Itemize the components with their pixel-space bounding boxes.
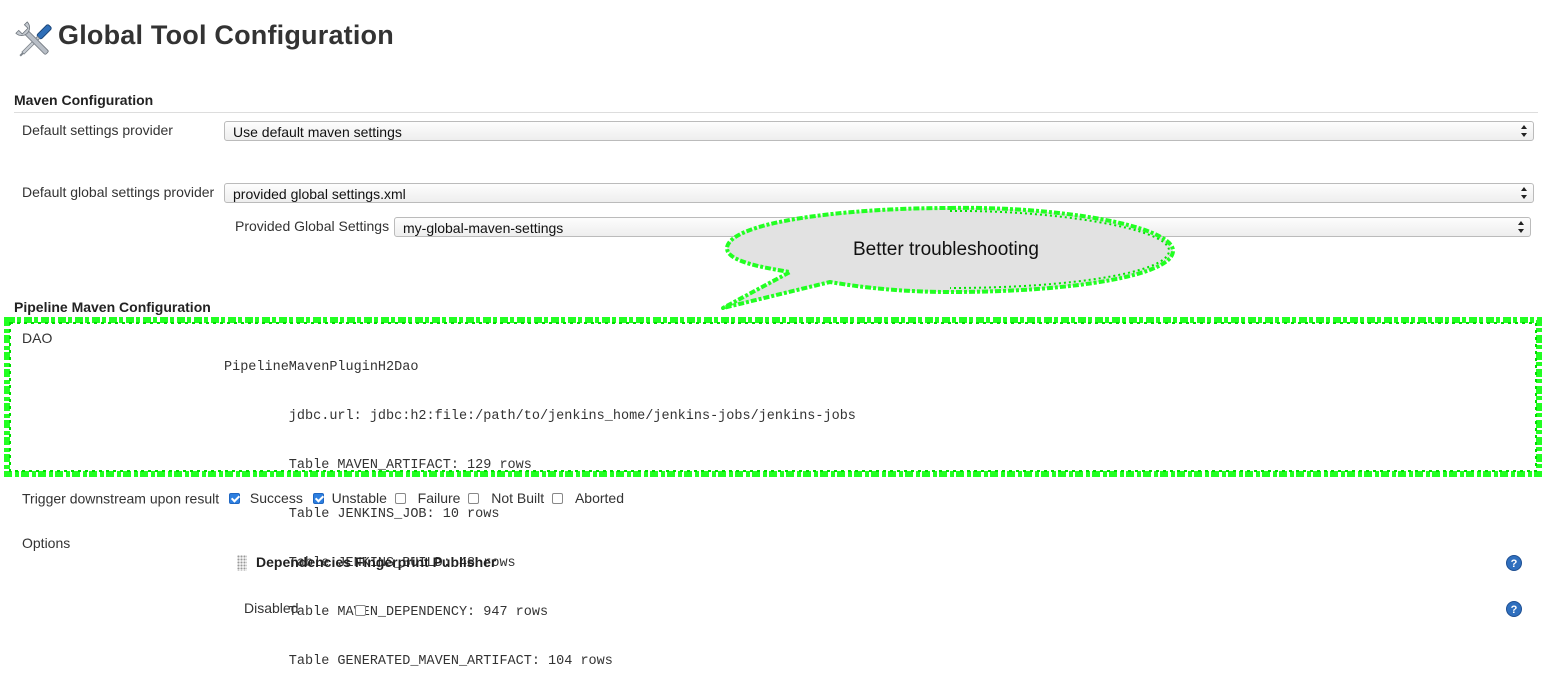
dao-line: Table MAVEN_DEPENDENCY: 947 rows [224,605,549,620]
trigger-success-checkbox[interactable] [229,492,241,504]
callout-text: Better troubleshooting [853,239,1039,260]
trigger-aborted-label: Aborted [574,490,624,507]
disabled-label: Disabled [244,600,299,616]
dao-label: DAO [22,330,53,346]
help-icon[interactable]: ? [1506,601,1522,617]
maven-section-title: Maven Configuration [14,92,154,108]
trigger-label: Trigger downstream upon result [22,490,220,507]
pipeline-section-title: Pipeline Maven Configuration [14,299,211,315]
help-icon[interactable]: ? [1506,555,1522,571]
trigger-failure-checkbox[interactable] [394,492,406,504]
disabled-checkbox[interactable] [355,605,366,616]
page-title: Global Tool Configuration [58,20,394,50]
trigger-not-built-label: Not Built [491,490,545,507]
dao-line: Table JENKINS_JOB: 10 rows [224,507,500,522]
dao-line: jdbc.url: jdbc:h2:file:/path/to/jenkins_… [224,409,856,424]
select-arrows-icon [1521,187,1527,199]
trigger-not-built-checkbox[interactable] [468,492,480,504]
trigger-downstream-row: Trigger downstream upon result Success U… [22,489,624,506]
select-arrows-icon [1518,221,1524,233]
tools-icon [15,21,52,57]
trigger-success-label: Success [249,490,303,507]
default-settings-value: Use default maven settings [233,124,402,140]
dao-details: PipelineMavenPluginH2Dao jdbc.url: jdbc:… [224,328,856,686]
default-settings-label: Default settings provider [22,122,173,138]
default-settings-select[interactable]: Use default maven settings [224,121,1534,141]
publisher-title: Dependencies Fingerprint Publisher [256,554,497,570]
dao-line: Table MAVEN_ARTIFACT: 129 rows [224,458,532,473]
options-label: Options [22,535,71,551]
global-settings-value: provided global settings.xml [233,186,406,202]
trigger-unstable-checkbox[interactable] [312,492,324,504]
select-arrows-icon [1521,125,1527,137]
global-settings-label: Default global settings provider [22,184,215,200]
trigger-failure-label: Failure [417,490,461,507]
drag-handle-icon[interactable] [237,555,247,571]
dao-line: Table GENERATED_MAVEN_ARTIFACT: 104 rows [224,654,613,669]
trigger-unstable-label: Unstable [331,490,387,507]
provided-global-label: Provided Global Settings [235,218,390,234]
section-divider [14,112,1538,113]
provided-global-value: my-global-maven-settings [403,220,564,236]
trigger-aborted-checkbox[interactable] [552,492,564,504]
dao-line: PipelineMavenPluginH2Dao [224,360,419,375]
